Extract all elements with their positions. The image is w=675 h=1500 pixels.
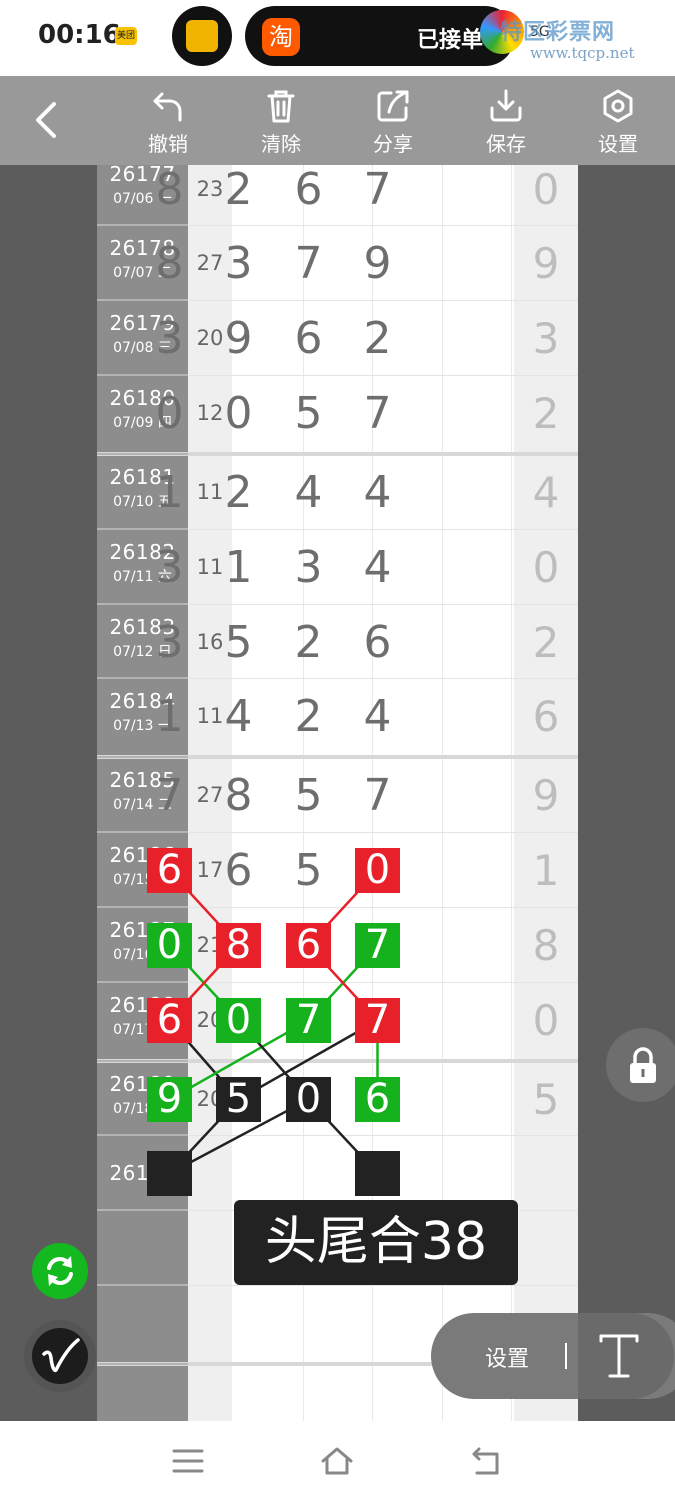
chevron-left-icon[interactable] [30,100,64,140]
text-tool-button[interactable] [578,1313,674,1399]
undo-icon [153,92,182,122]
green-marked-digit[interactable]: 7 [355,923,400,968]
home-icon[interactable] [321,1445,353,1477]
pen-icon [42,1338,80,1373]
black-marked-digit[interactable] [147,1151,192,1196]
green-marked-digit[interactable]: 6 [355,1077,400,1122]
menu-icon[interactable] [172,1445,204,1477]
green-marked-digit[interactable]: 9 [147,1077,192,1122]
black-marked-digit[interactable] [355,1151,400,1196]
red-marked-digit[interactable]: 6 [147,848,192,893]
meituan-badge-icon: 美团 [115,27,137,45]
save-label: 保存 [486,132,526,156]
top-toolbar: 撤销 清除 分享 保存 设置 [0,76,675,165]
hexagon-gear-icon [603,89,633,123]
green-marked-digit[interactable]: 0 [216,998,261,1043]
trend-chart[interactable]: 26177 07/06 一 23 8 2 6 7 0 26178 07/07 二 27 8 3 7 9 9 26… [0,165,675,1421]
clear-button[interactable]: 清除 [241,88,321,158]
divider [565,1343,567,1369]
watermark-text: 特区彩票网 [500,20,616,45]
screen: 00:16 美团 淘 已接单 5G 特区彩票网 www.tqcp.net 撤销 [0,0,675,1500]
red-marked-digit[interactable]: 8 [216,923,261,968]
system-nav-bar [0,1421,675,1500]
trash-icon [267,90,295,123]
text-tool-icon [599,1334,639,1378]
pen-button[interactable] [24,1320,96,1392]
status-bar: 00:16 美团 淘 已接单 5G 特区彩票网 www.tqcp.net [0,0,675,76]
share-button[interactable]: 分享 [353,88,433,158]
red-marked-digit[interactable]: 6 [147,998,192,1043]
green-marked-digit[interactable]: 7 [286,998,331,1043]
save-button[interactable]: 保存 [466,88,546,158]
share-icon [377,90,409,122]
black-marked-digit[interactable]: 0 [286,1077,331,1122]
share-label: 分享 [373,132,413,156]
watermark-url: www.tqcp.net [530,44,635,62]
refresh-icon [47,1256,73,1286]
return-icon[interactable] [471,1445,503,1477]
status-time: 00:16 [38,20,121,50]
red-marked-digit[interactable]: 7 [355,998,400,1043]
delivery-app-icon [172,6,232,66]
undo-button[interactable]: 撤销 [128,88,208,158]
red-marked-digit[interactable]: 6 [286,923,331,968]
notification-text: 已接单 [417,28,484,53]
bottom-settings-panel: 设置 [431,1313,675,1399]
red-marked-digit[interactable]: 0 [355,848,400,893]
refresh-button[interactable] [32,1243,88,1299]
download-icon [490,89,522,122]
lock-icon [630,1047,656,1083]
clear-label: 清除 [261,132,301,156]
black-marked-digit[interactable]: 5 [216,1077,261,1122]
undo-label: 撤销 [148,132,188,156]
lock-button[interactable] [606,1028,675,1102]
bottom-settings-button[interactable]: 设置 [485,1341,529,1373]
green-marked-digit[interactable]: 0 [147,923,192,968]
settings-label: 设置 [598,132,638,156]
dynamic-island-notification[interactable]: 淘 已接单 [245,6,515,66]
taobao-icon: 淘 [262,18,300,56]
settings-button[interactable]: 设置 [578,88,658,158]
result-label[interactable]: 头尾合38 [234,1200,518,1285]
